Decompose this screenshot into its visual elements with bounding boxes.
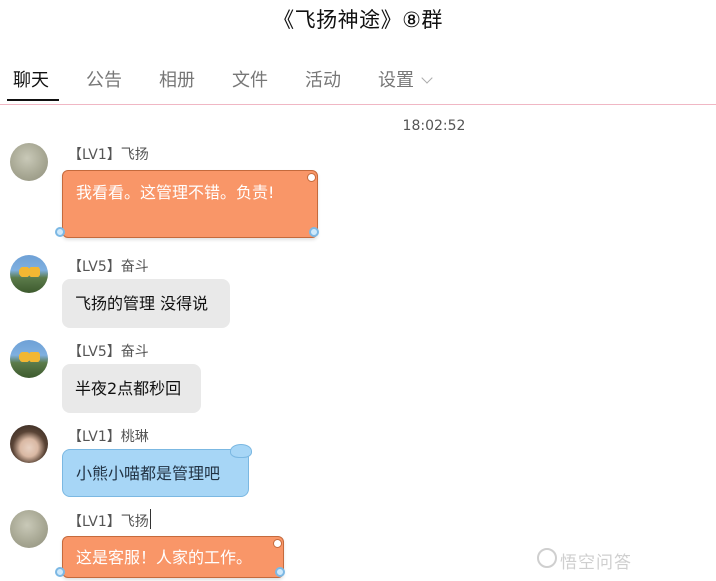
chevron-down-icon	[421, 72, 433, 84]
message-bubble[interactable]: 小熊小喵都是管理吧	[62, 444, 252, 497]
bubble-corner-icon	[275, 567, 285, 577]
gray-avatar[interactable]	[10, 510, 48, 548]
bubble-corner-icon	[55, 567, 65, 577]
face-avatar[interactable]	[10, 425, 48, 463]
watermark-logo-icon	[537, 548, 557, 568]
message-text: 我看看。这管理不错。负责!	[76, 183, 275, 202]
tab-album[interactable]: 相册	[159, 66, 195, 100]
tab-bar: 聊天 公告 相册 文件 活动 设置	[0, 58, 716, 106]
message-bubble[interactable]: 半夜2点都秒回	[62, 364, 201, 413]
message-text: 飞扬的管理 没得说	[75, 294, 209, 313]
bubble-corner-icon	[55, 227, 65, 237]
message-text: 这是客服！人家的工作。	[76, 548, 253, 567]
bubble-pin-icon	[307, 173, 316, 182]
bubble-corner-icon	[309, 227, 319, 237]
sender-name[interactable]: 【LV1】桃琳	[68, 426, 149, 446]
gray-avatar[interactable]	[10, 143, 48, 181]
message-bubble[interactable]: 我看看。这管理不错。负责!	[55, 170, 319, 238]
active-tab-indicator	[7, 99, 59, 101]
group-title: 《飞扬神途》⑧群	[273, 8, 443, 32]
sender-name[interactable]: 【LV1】飞扬	[68, 511, 149, 531]
watermark-text: 悟空问答	[560, 553, 632, 573]
tab-divider	[0, 104, 716, 105]
bubble-tail-icon	[230, 444, 252, 458]
bubble-pin-icon	[273, 539, 282, 548]
sender-name[interactable]: 【LV5】奋斗	[68, 341, 149, 361]
tab-settings-label: 设置	[378, 70, 414, 91]
sender-name[interactable]: 【LV5】奋斗	[68, 256, 149, 276]
text-cursor	[150, 509, 151, 529]
message-text: 小熊小喵都是管理吧	[76, 464, 221, 483]
landscape-avatar[interactable]	[10, 255, 48, 293]
landscape-avatar[interactable]	[10, 340, 48, 378]
chat-window: 《飞扬神途》⑧群 聊天 公告 相册 文件 活动 设置 18:02:52 【LV1…	[0, 0, 716, 581]
tab-activities[interactable]: 活动	[305, 66, 341, 100]
tab-settings[interactable]: 设置	[378, 66, 433, 100]
message-timestamp: 18:02:52	[402, 118, 466, 134]
tab-announcements[interactable]: 公告	[86, 66, 122, 100]
message-bubble[interactable]: 这是客服！人家的工作。	[55, 536, 285, 578]
message-bubble[interactable]: 飞扬的管理 没得说	[62, 279, 230, 328]
message-text: 半夜2点都秒回	[75, 379, 182, 398]
tab-chat[interactable]: 聊天	[13, 66, 49, 100]
sender-name[interactable]: 【LV1】飞扬	[68, 144, 149, 164]
tab-files[interactable]: 文件	[232, 66, 268, 100]
